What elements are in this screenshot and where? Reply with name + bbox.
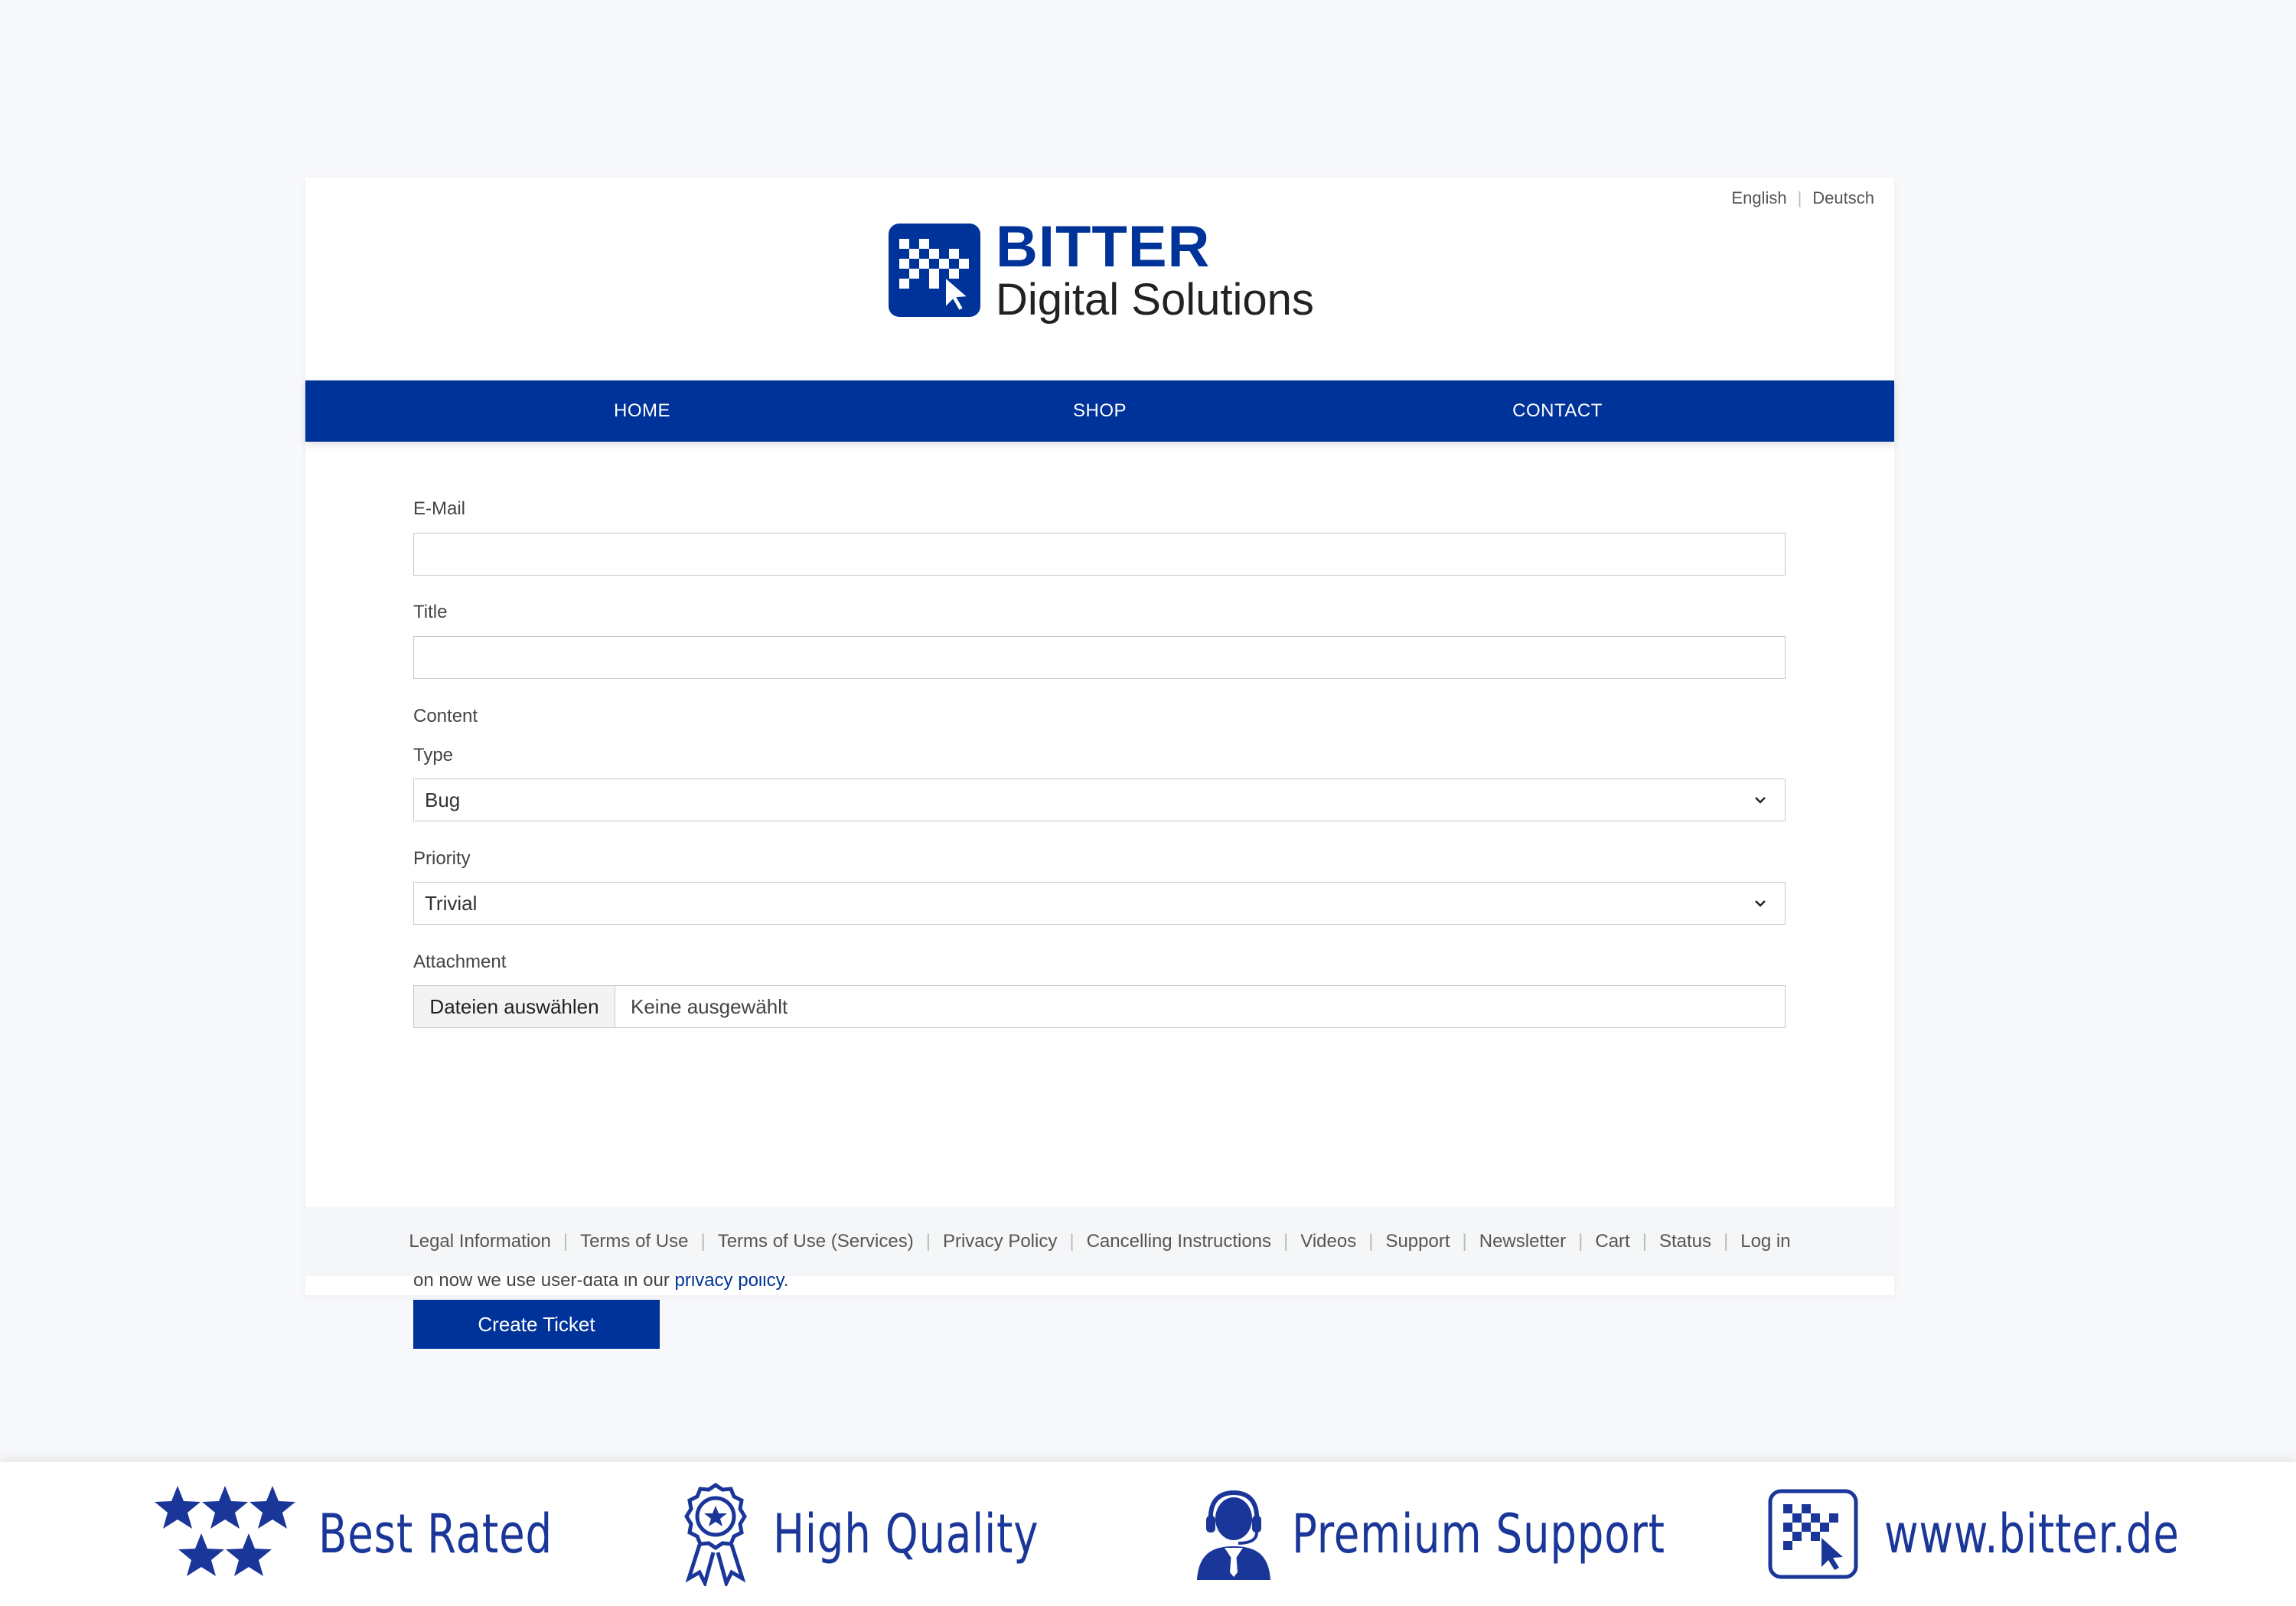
badge-website-label: www.bitter.de xyxy=(1884,1503,2180,1565)
badge-premium-support-label: Premium Support xyxy=(1292,1503,1665,1565)
footer-newsletter[interactable]: Newsletter xyxy=(1479,1231,1566,1252)
attachment-label: Attachment xyxy=(413,952,507,972)
nav-contact[interactable]: CONTACT xyxy=(1512,380,1603,442)
lang-separator: | xyxy=(1797,188,1802,207)
file-status: Keine ausgewählt xyxy=(631,994,788,1018)
footer-separator: | xyxy=(1462,1231,1467,1252)
footer-terms-of-use[interactable]: Terms of Use xyxy=(580,1231,688,1252)
bitter-logo-icon xyxy=(1768,1489,1858,1579)
footer-privacy-policy[interactable]: Privacy Policy xyxy=(943,1231,1057,1252)
award-ribbon-icon xyxy=(684,1482,747,1586)
badge-best-rated-label: Best Rated xyxy=(318,1503,553,1565)
main-navigation: HOME SHOP CONTACT xyxy=(305,380,1894,442)
logo-text: BITTER Digital Solutions xyxy=(996,218,1314,322)
stars-icon xyxy=(155,1486,295,1576)
badge-high-quality: High Quality xyxy=(680,1462,1114,1606)
footer-links: Legal Information | Terms of Use | Terms… xyxy=(305,1207,1894,1276)
chevron-down-icon xyxy=(1755,900,1766,907)
footer-separator: | xyxy=(1578,1231,1583,1252)
logo-title: BITTER xyxy=(996,214,1211,279)
lang-deutsch[interactable]: Deutsch xyxy=(1812,188,1874,208)
type-label: Type xyxy=(413,745,454,765)
chevron-down-icon xyxy=(1755,797,1766,804)
footer-cancelling-instructions[interactable]: Cancelling Instructions xyxy=(1087,1231,1271,1252)
footer-separator: | xyxy=(1283,1231,1289,1252)
footer-terms-of-use-services[interactable]: Terms of Use (Services) xyxy=(718,1231,914,1252)
type-select[interactable]: Bug xyxy=(413,779,1786,821)
badge-best-rated: Best Rated xyxy=(153,1462,618,1606)
footer-separator: | xyxy=(1723,1231,1729,1252)
footer-separator: | xyxy=(925,1231,931,1252)
attachment-input[interactable]: Dateien auswählen Keine ausgewählt xyxy=(413,985,1786,1028)
title-label: Title xyxy=(413,602,448,622)
footer-separator: | xyxy=(700,1231,706,1252)
priority-label: Priority xyxy=(413,848,471,869)
nav-shop[interactable]: SHOP xyxy=(1073,380,1127,442)
content-label: Content xyxy=(413,706,478,726)
choose-files-button[interactable]: Dateien auswählen xyxy=(414,986,615,1027)
nav-home[interactable]: HOME xyxy=(614,380,670,442)
footer-videos[interactable]: Videos xyxy=(1300,1231,1356,1252)
language-switcher: English | Deutsch xyxy=(1731,188,1874,208)
footer-legal-information[interactable]: Legal Information xyxy=(409,1231,550,1252)
footer-separator: | xyxy=(1069,1231,1075,1252)
bitter-logo-icon xyxy=(889,224,980,317)
email-label: E-Mail xyxy=(413,498,466,519)
footer-log-in[interactable]: Log in xyxy=(1740,1231,1790,1252)
footer-status[interactable]: Status xyxy=(1659,1231,1711,1252)
badge-premium-support: Premium Support xyxy=(1194,1462,1770,1606)
footer-separator: | xyxy=(1642,1231,1647,1252)
badge-high-quality-label: High Quality xyxy=(773,1503,1039,1565)
priority-select[interactable]: Trivial xyxy=(413,882,1786,925)
logo-subtitle: Digital Solutions xyxy=(996,275,1314,325)
create-ticket-button[interactable]: Create Ticket xyxy=(413,1300,660,1349)
footer-separator: | xyxy=(563,1231,569,1252)
site-logo[interactable]: BITTER Digital Solutions xyxy=(889,218,1314,322)
support-agent-icon xyxy=(1197,1490,1270,1580)
footer-support[interactable]: Support xyxy=(1385,1231,1450,1252)
badge-website: www.bitter.de xyxy=(1768,1462,2263,1606)
main-card: English | Deutsch BITTER Digital Solutio… xyxy=(305,178,1894,1349)
type-select-value: Bug xyxy=(425,788,461,811)
lang-english[interactable]: English xyxy=(1731,188,1786,208)
email-field[interactable] xyxy=(413,533,1786,576)
priority-select-value: Trivial xyxy=(425,891,478,915)
footer-separator: | xyxy=(1368,1231,1374,1252)
feature-badges-banner: Best Rated High Quality Premium Support … xyxy=(0,1462,2296,1606)
footer-cart[interactable]: Cart xyxy=(1595,1231,1629,1252)
title-field[interactable] xyxy=(413,636,1786,679)
